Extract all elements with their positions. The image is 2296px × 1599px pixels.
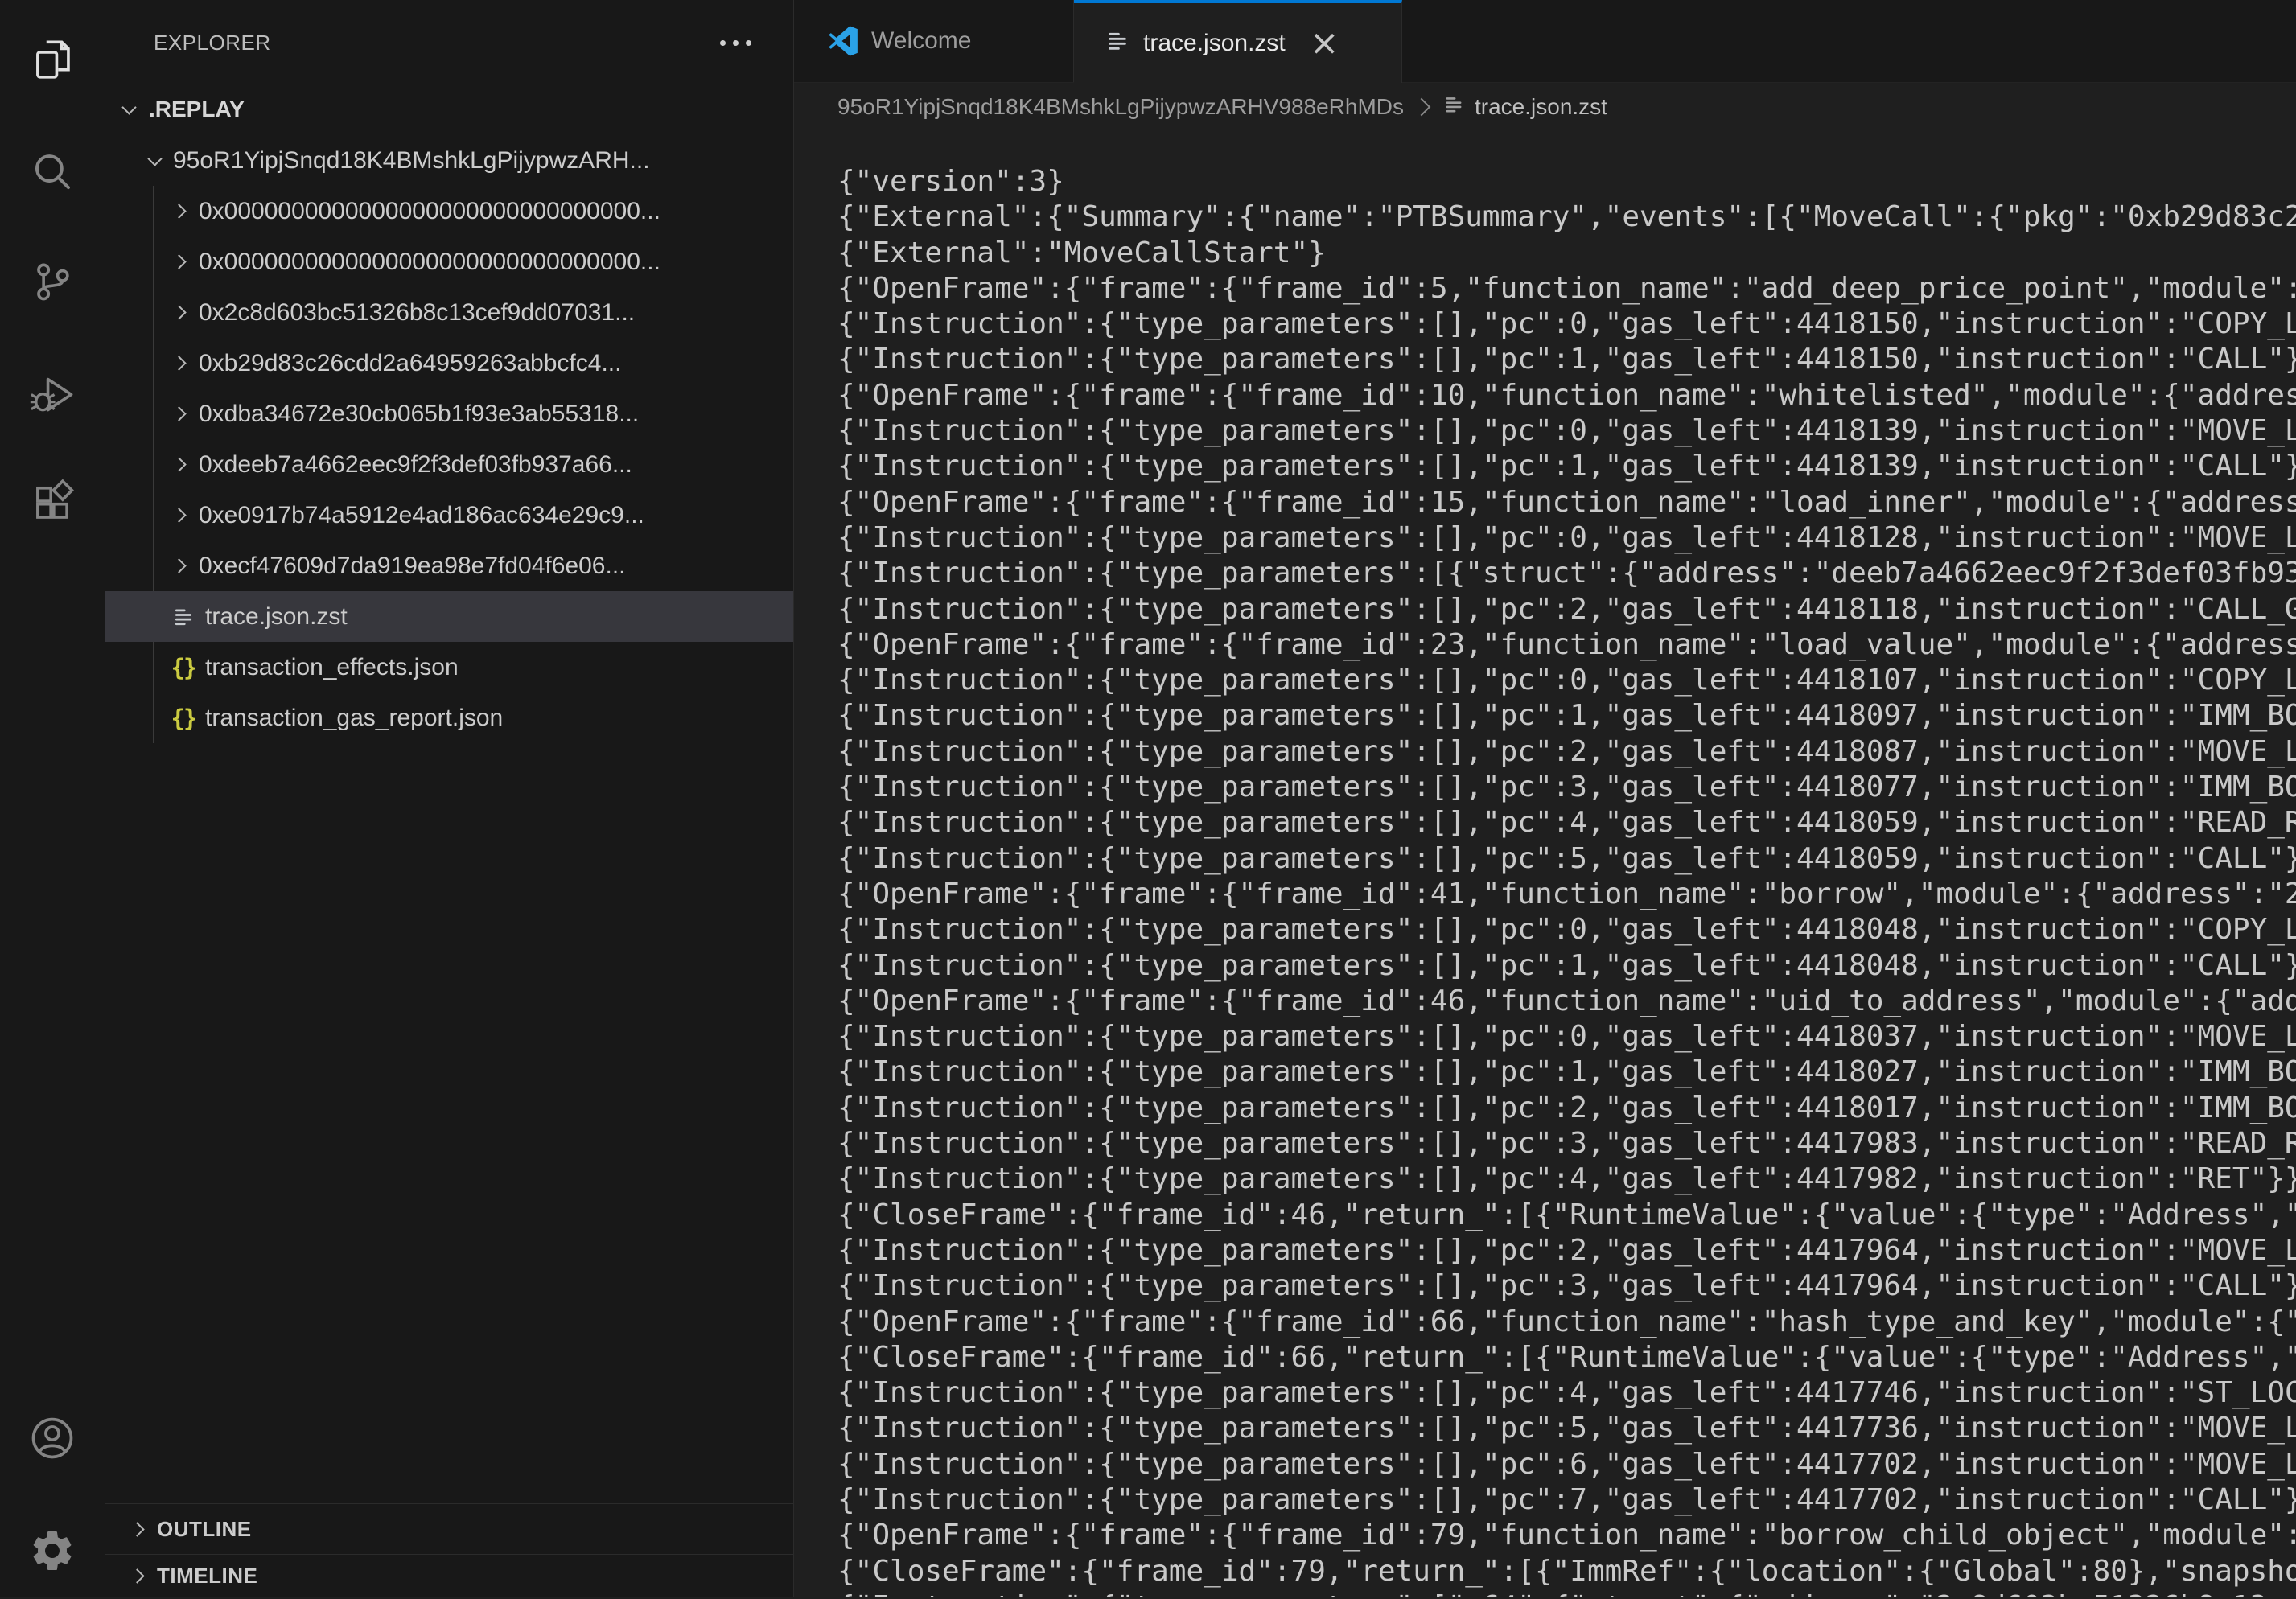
tree-item-dir[interactable]: 0xdeeb7a4662eec9f2f3def03fb937a66...: [105, 439, 794, 490]
code-line: {"CloseFrame":{"frame_id":66,"return_":[…: [837, 1340, 2296, 1375]
tab-trace-json-zst[interactable]: trace.json.zst ×: [1074, 0, 1402, 83]
code-line: {"Instruction":{"type_parameters":[],"pc…: [837, 805, 2296, 841]
tree-item-file[interactable]: {} transaction_effects.json: [105, 642, 794, 693]
code-line: {"Instruction":{"type_parameters":[],"pc…: [837, 520, 2296, 556]
list-file-icon: [167, 605, 200, 629]
chevron-right-icon: [167, 358, 194, 368]
code-line: {"Instruction":{"type_parameters":["u64"…: [837, 1589, 2296, 1597]
code-line: {"OpenFrame":{"frame":{"frame_id":15,"fu…: [837, 485, 2296, 520]
code-line: {"Instruction":{"type_parameters":[],"pc…: [837, 770, 2296, 805]
sidebar-title: EXPLORER: [154, 31, 271, 55]
code-line: {"OpenFrame":{"frame":{"frame_id":10,"fu…: [837, 378, 2296, 413]
chevron-right-icon: [167, 206, 194, 216]
editor-group: Welcome trace.json.zst × 95oR1YipjSnqd18…: [794, 0, 2296, 1597]
tree-item-dir[interactable]: 0x0000000000000000000000000000000...: [105, 186, 794, 236]
code-line: {"Instruction":{"type_parameters":[],"pc…: [837, 1161, 2296, 1197]
explorer-icon[interactable]: [0, 11, 105, 108]
section-header-replay[interactable]: .REPLAY: [105, 84, 794, 135]
chevron-right-icon: [167, 409, 194, 419]
extensions-icon[interactable]: [0, 454, 105, 550]
breadcrumb-file[interactable]: trace.json.zst: [1475, 94, 1607, 120]
chevron-right-icon: [167, 459, 194, 470]
panel-outline[interactable]: OUTLINE: [105, 1503, 793, 1554]
chevron-right-icon: [167, 257, 194, 267]
tree-root-folder[interactable]: 95oR1YipjSnqd18K4BMshkLgPijypwzARH...: [105, 135, 794, 186]
code-line: {"Instruction":{"type_parameters":[],"pc…: [837, 1375, 2296, 1411]
tree-item-dir[interactable]: 0xb29d83c26cdd2a64959263abbcfc4...: [105, 338, 794, 388]
editor-content[interactable]: {"version":3} {"External":{"Summary":{"n…: [837, 164, 2296, 1597]
chevron-right-icon: [167, 561, 194, 571]
chevron-right-icon: [167, 510, 194, 520]
tree-item-file[interactable]: {} transaction_gas_report.json: [105, 693, 794, 743]
code-line: {"Instruction":{"type_parameters":[],"pc…: [837, 342, 2296, 377]
code-line: {"Instruction":{"type_parameters":[],"pc…: [837, 698, 2296, 734]
code-line: {"Instruction":{"type_parameters":[],"pc…: [837, 1447, 2296, 1482]
search-icon[interactable]: [0, 125, 105, 221]
chevron-down-icon: [115, 106, 142, 113]
tree-item-dir[interactable]: 0xecf47609d7da919ea98e7fd04f6e06...: [105, 541, 794, 591]
code-line: {"Instruction":{"type_parameters":[],"pc…: [837, 306, 2296, 342]
code-line: {"Instruction":{"type_parameters":[],"pc…: [837, 592, 2296, 627]
explorer-sidebar: EXPLORER .REPLAY 95oR1YipjSnqd18K4BMshkL…: [105, 0, 794, 1597]
vscode-logo-icon: [828, 26, 858, 56]
more-actions-icon[interactable]: [720, 40, 751, 46]
code-line: {"Instruction":{"type_parameters":[],"pc…: [837, 912, 2296, 947]
code-line: {"Instruction":{"type_parameters":[],"pc…: [837, 1019, 2296, 1054]
code-line: {"version":3}: [837, 164, 2296, 199]
code-line: {"Instruction":{"type_parameters":[],"pc…: [837, 413, 2296, 449]
chevron-right-icon: [167, 307, 194, 318]
code-line: {"Instruction":{"type_parameters":[],"pc…: [837, 1411, 2296, 1446]
tab-bar: Welcome trace.json.zst ×: [794, 0, 2296, 83]
code-line: {"Instruction":{"type_parameters":[],"pc…: [837, 841, 2296, 877]
code-line: {"OpenFrame":{"frame":{"frame_id":79,"fu…: [837, 1518, 2296, 1553]
json-file-icon: {}: [167, 705, 200, 732]
section-label: .REPLAY: [149, 97, 245, 122]
tree-item-dir[interactable]: 0xe0917b74a5912e4ad186ac634e29c9...: [105, 490, 794, 541]
activity-bar: [0, 0, 105, 1597]
tab-welcome[interactable]: Welcome: [794, 0, 1074, 82]
chevron-right-icon: [125, 1571, 152, 1581]
source-control-icon[interactable]: [0, 233, 105, 330]
breadcrumb-folder[interactable]: 95oR1YipjSnqd18K4BMshkLgPijypwzARHV988eR…: [837, 94, 1404, 120]
close-icon[interactable]: ×: [1310, 26, 1339, 61]
tree-item-dir[interactable]: 0x2c8d603bc51326b8c13cef9dd07031...: [105, 287, 794, 338]
settings-gear-icon[interactable]: [0, 1502, 105, 1599]
code-line: {"OpenFrame":{"frame":{"frame_id":41,"fu…: [837, 877, 2296, 912]
code-line: {"Instruction":{"type_parameters":[],"pc…: [837, 1126, 2296, 1161]
code-line: {"Instruction":{"type_parameters":[],"pc…: [837, 663, 2296, 698]
tree-item-dir[interactable]: 0xdba34672e30cb065b1f93e3ab55318...: [105, 388, 794, 439]
code-line: {"OpenFrame":{"frame":{"frame_id":23,"fu…: [837, 627, 2296, 663]
tree-item-file-selected[interactable]: trace.json.zst: [105, 591, 794, 642]
code-line: {"OpenFrame":{"frame":{"frame_id":5,"fun…: [837, 271, 2296, 306]
code-line: {"OpenFrame":{"frame":{"frame_id":46,"fu…: [837, 984, 2296, 1019]
code-line: {"Instruction":{"type_parameters":[],"pc…: [837, 1268, 2296, 1304]
code-line: {"Instruction":{"type_parameters":[{"str…: [837, 556, 2296, 591]
code-line: {"External":{"Summary":{"name":"PTBSumma…: [837, 199, 2296, 235]
code-line: {"Instruction":{"type_parameters":[],"pc…: [837, 948, 2296, 984]
code-line: {"CloseFrame":{"frame_id":79,"return_":[…: [837, 1554, 2296, 1589]
list-file-icon: [1105, 28, 1130, 58]
code-line: {"CloseFrame":{"frame_id":46,"return_":[…: [837, 1198, 2296, 1233]
code-line: {"OpenFrame":{"frame":{"frame_id":66,"fu…: [837, 1305, 2296, 1340]
breadcrumb: 95oR1YipjSnqd18K4BMshkLgPijypwzARHV988eR…: [794, 82, 2296, 132]
code-line: {"Instruction":{"type_parameters":[],"pc…: [837, 1233, 2296, 1268]
code-line: {"Instruction":{"type_parameters":[],"pc…: [837, 1054, 2296, 1090]
code-line: {"Instruction":{"type_parameters":[],"pc…: [837, 734, 2296, 770]
code-line: {"Instruction":{"type_parameters":[],"pc…: [837, 1482, 2296, 1518]
list-file-icon: [1442, 93, 1465, 121]
panel-timeline[interactable]: TIMELINE: [105, 1554, 793, 1597]
chevron-down-icon: [141, 158, 168, 164]
chevron-right-icon: [1413, 98, 1431, 117]
account-icon[interactable]: [0, 1390, 105, 1486]
chevron-right-icon: [125, 1524, 152, 1535]
code-line: {"Instruction":{"type_parameters":[],"pc…: [837, 449, 2296, 484]
tree-item-dir[interactable]: 0x0000000000000000000000000000000...: [105, 236, 794, 287]
code-line: {"External":"MoveCallStart"}: [837, 236, 2296, 271]
run-debug-icon[interactable]: [0, 343, 105, 439]
json-file-icon: {}: [167, 654, 200, 681]
code-line: {"Instruction":{"type_parameters":[],"pc…: [837, 1091, 2296, 1126]
